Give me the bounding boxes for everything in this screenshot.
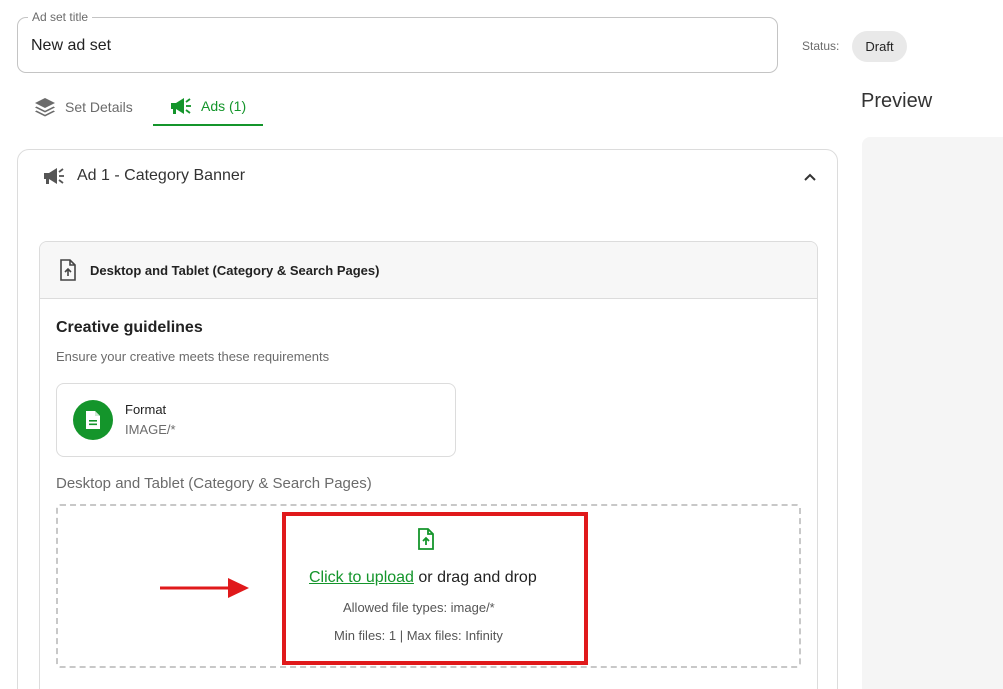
placement-header: Desktop and Tablet (Category & Search Pa… bbox=[40, 242, 817, 299]
file-upload-icon bbox=[59, 259, 77, 281]
tab-set-details-label: Set Details bbox=[65, 99, 133, 115]
megaphone-icon bbox=[170, 97, 192, 115]
ad-title: Ad 1 - Category Banner bbox=[77, 167, 246, 184]
guidelines-title: Creative guidelines bbox=[56, 319, 203, 336]
document-icon bbox=[73, 400, 113, 440]
layers-icon bbox=[34, 97, 56, 117]
guidelines-subtitle: Ensure your creative meets these require… bbox=[56, 349, 330, 364]
format-card: Format IMAGE/* bbox=[56, 383, 456, 457]
tab-set-details[interactable]: Set Details bbox=[34, 88, 133, 126]
ad-set-title-value[interactable]: New ad set bbox=[31, 37, 111, 55]
upload-section-label: Desktop and Tablet (Category & Search Pa… bbox=[56, 475, 372, 492]
ad-set-title-field[interactable]: Ad set title New ad set bbox=[17, 10, 778, 73]
format-label: Format bbox=[125, 402, 167, 417]
preview-title: Preview bbox=[861, 90, 933, 112]
chevron-up-icon[interactable] bbox=[803, 169, 817, 187]
format-value: IMAGE/* bbox=[125, 422, 176, 437]
ad-set-title-label: Ad set title bbox=[28, 10, 93, 24]
tab-ads[interactable]: Ads (1) bbox=[153, 88, 263, 126]
tab-ads-label: Ads (1) bbox=[201, 98, 247, 114]
placement-title: Desktop and Tablet (Category & Search Pa… bbox=[90, 262, 380, 278]
ad-header[interactable]: Ad 1 - Category Banner bbox=[43, 167, 245, 185]
megaphone-icon bbox=[43, 167, 65, 185]
highlight-annotation-box bbox=[282, 512, 588, 665]
status-label: Status: bbox=[802, 39, 840, 53]
status-badge: Draft bbox=[852, 31, 907, 62]
preview-pane bbox=[862, 137, 1003, 689]
arrow-right-icon bbox=[160, 577, 250, 604]
